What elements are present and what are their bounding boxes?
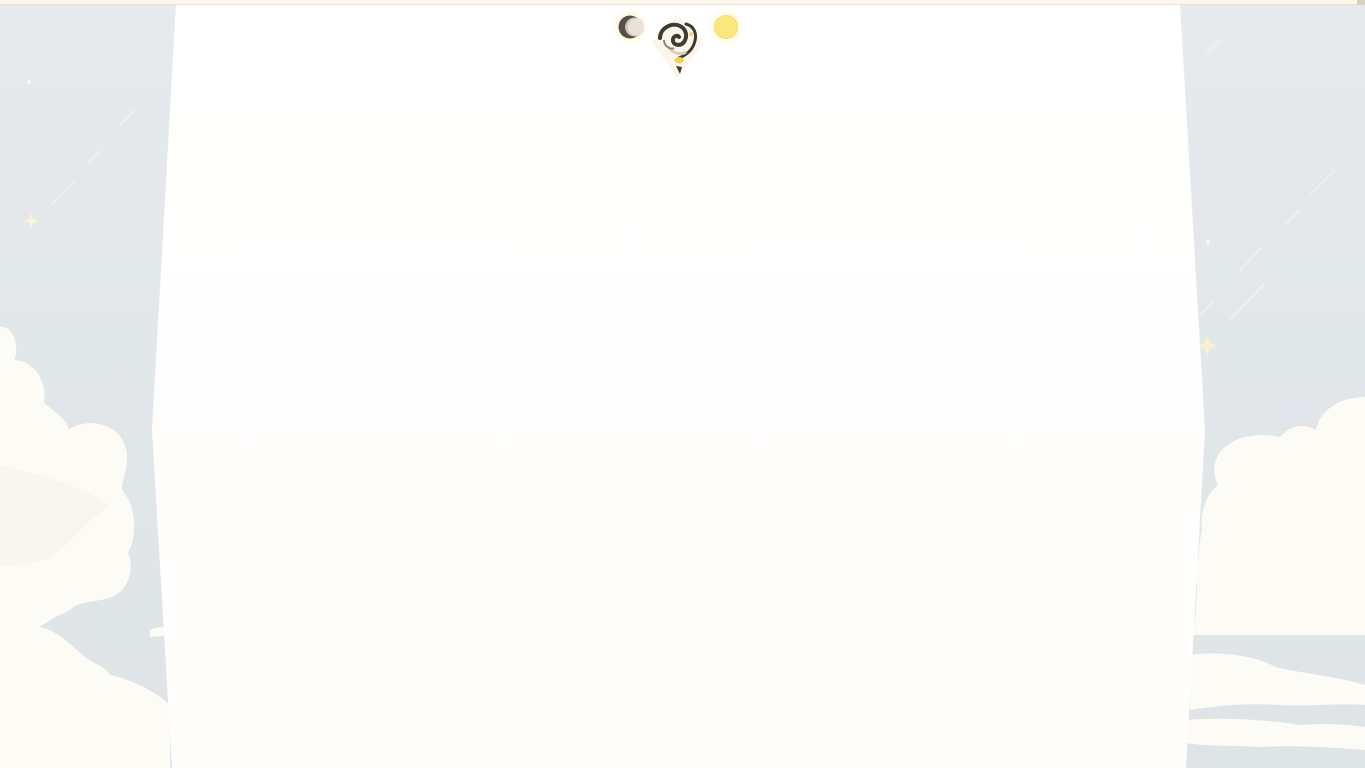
moon-icon[interactable]	[616, 13, 645, 41]
star-dot	[1205, 239, 1211, 245]
sparkle-star-right	[1197, 336, 1217, 356]
shooting-star-streaks-right	[1199, 39, 1336, 321]
shooting-star-streaks-left	[51, 109, 136, 206]
right-cloud	[1186, 397, 1365, 750]
sky-background	[0, 5, 1365, 768]
theme-switcher	[608, 4, 756, 80]
star-dot	[26, 79, 32, 85]
sun-icon[interactable]	[712, 13, 740, 41]
scrollbar-corner[interactable]	[1357, 0, 1365, 5]
mascot-swirl-icon[interactable]	[646, 12, 708, 80]
sparkle-star-left	[23, 213, 39, 229]
